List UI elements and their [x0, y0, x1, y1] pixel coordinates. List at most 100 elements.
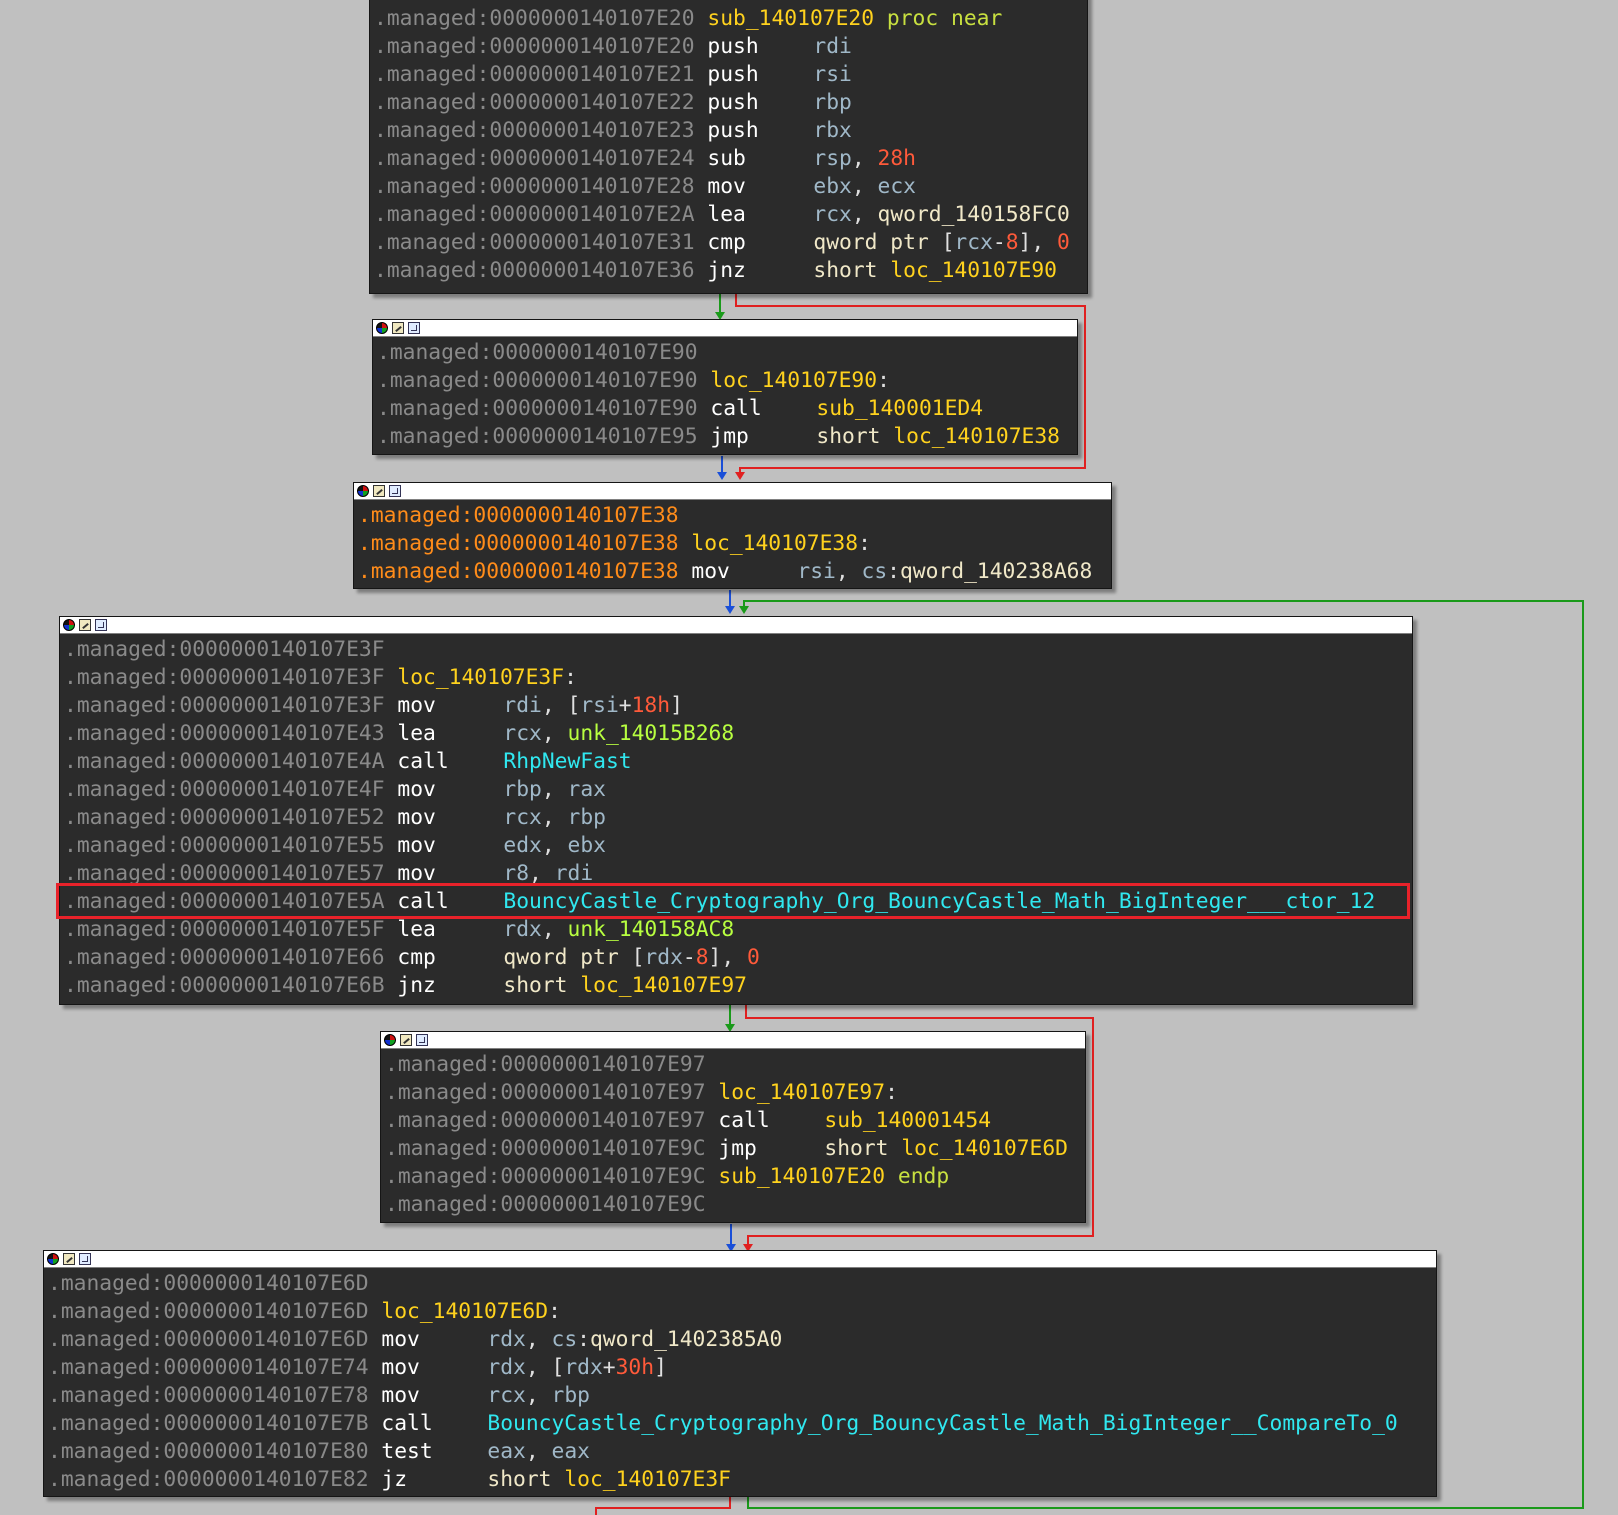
operand-symbol[interactable]: loc_140107E90: [710, 368, 877, 393]
operand: [: [631, 945, 645, 970]
code-line[interactable]: .managed:0000000140107E97: [385, 1051, 1081, 1079]
operand-symbol[interactable]: loc_140107E6D: [381, 1299, 548, 1324]
operand-symbol[interactable]: qword_140158FC0: [878, 202, 1070, 227]
code-line[interactable]: .managed:0000000140107E57 mov r8, rdi: [64, 860, 1408, 888]
code-block-sub-140107E20[interactable]: .managed:0000000140107E20 sub_140107E20 …: [369, 0, 1088, 294]
code-line[interactable]: .managed:0000000140107E28 mov ebx, ecx: [374, 173, 1083, 201]
code-line[interactable]: .managed:0000000140107E97 loc_140107E97:: [385, 1079, 1081, 1107]
code-block-loc-140107E3F[interactable]: .managed:0000000140107E3F .managed:00000…: [59, 616, 1413, 1005]
graph-icon[interactable]: [79, 1253, 91, 1265]
code-line[interactable]: .managed:0000000140107E38 mov rsi, cs:qwo…: [358, 558, 1107, 586]
operand-symbol[interactable]: unk_140158AC8: [568, 917, 735, 942]
code-line[interactable]: .managed:0000000140107E90: [377, 339, 1073, 367]
operand-symbol[interactable]: unk_14015B268: [568, 721, 735, 746]
code-line[interactable]: .managed:0000000140107E80 test eax, eax: [48, 1438, 1432, 1466]
color-icon[interactable]: [357, 485, 369, 497]
color-icon[interactable]: [376, 322, 388, 334]
edit-icon[interactable]: [392, 322, 404, 334]
code-line[interactable]: .managed:0000000140107E3F mov rdi, [rsi+1…: [64, 692, 1408, 720]
mnemonic: jnz: [397, 973, 436, 998]
code-line[interactable]: .managed:0000000140107E22 push rbp: [374, 89, 1083, 117]
operand-symbol[interactable]: RhpNewFast: [503, 749, 631, 774]
color-icon[interactable]: [47, 1253, 59, 1265]
code-line[interactable]: .managed:0000000140107E9C sub_140107E20 …: [385, 1163, 1081, 1191]
operand-symbol[interactable]: loc_140107E3F: [397, 665, 564, 690]
code-line[interactable]: .managed:0000000140107E4A call RhpNewFast: [64, 748, 1408, 776]
code-line[interactable]: .managed:0000000140107E90 call sub_140001…: [377, 395, 1073, 423]
code-line[interactable]: .managed:0000000140107E7B call BouncyCast…: [48, 1410, 1432, 1438]
code-line[interactable]: .managed:0000000140107E55 mov edx, ebx: [64, 832, 1408, 860]
operand-symbol[interactable]: short: [487, 1467, 564, 1492]
code-block-loc-140107E90[interactable]: .managed:0000000140107E90 .managed:00000…: [372, 319, 1078, 455]
code-line[interactable]: .managed:0000000140107E6D: [48, 1270, 1432, 1298]
operand-symbol[interactable]: loc_140107E90: [890, 258, 1057, 283]
code-line[interactable]: .managed:0000000140107E20 sub_140107E20 …: [374, 5, 1083, 33]
code-line[interactable]: .managed:0000000140107E6B jnz short loc_1…: [64, 972, 1408, 1000]
operand-symbol[interactable]: short: [503, 973, 580, 998]
code-line[interactable]: .managed:0000000140107E3F loc_140107E3F:: [64, 664, 1408, 692]
color-icon[interactable]: [63, 619, 75, 631]
code-line[interactable]: .managed:0000000140107E90 loc_140107E90:: [377, 367, 1073, 395]
color-icon[interactable]: [384, 1034, 396, 1046]
code-line[interactable]: .managed:0000000140107E36 jnz short loc_1…: [374, 257, 1083, 285]
graph-icon[interactable]: [416, 1034, 428, 1046]
operand-symbol[interactable]: short: [813, 258, 890, 283]
code-line[interactable]: .managed:0000000140107E21 push rsi: [374, 61, 1083, 89]
code-line[interactable]: .managed:0000000140107E31 cmp qword ptr […: [374, 229, 1083, 257]
code-line[interactable]: .managed:0000000140107E9C: [385, 1191, 1081, 1219]
code-line[interactable]: .managed:0000000140107E43 lea rcx, unk_14…: [64, 720, 1408, 748]
code-line[interactable]: .managed:0000000140107E38: [358, 502, 1107, 530]
operand-symbol[interactable]: sub_140107E20: [707, 6, 874, 31]
code-line[interactable]: .managed:0000000140107E5F lea rdx, unk_14…: [64, 916, 1408, 944]
code-line[interactable]: .managed:0000000140107E20 push rdi: [374, 33, 1083, 61]
code-block-loc-140107E6D[interactable]: .managed:0000000140107E6D .managed:00000…: [43, 1250, 1437, 1497]
operand-symbol[interactable]: loc_140107E38: [691, 531, 858, 556]
code-line[interactable]: .managed:0000000140107E4F mov rbp, rax: [64, 776, 1408, 804]
code-line[interactable]: .managed:0000000140107E38 loc_140107E38:: [358, 530, 1107, 558]
operand-symbol[interactable]: qword_140238A68: [900, 559, 1092, 584]
operand-symbol[interactable]: short: [824, 1136, 901, 1161]
code-line[interactable]: .managed:0000000140107E97 call sub_140001…: [385, 1107, 1081, 1135]
operand-symbol[interactable]: BouncyCastle_Cryptography_Org_BouncyCast…: [503, 889, 1375, 914]
mnemonic: call: [381, 1411, 433, 1436]
graph-icon[interactable]: [389, 485, 401, 497]
operand-symbol[interactable]: loc_140107E3F: [564, 1467, 731, 1492]
operand-symbol[interactable]: loc_140107E97: [718, 1080, 885, 1105]
graph-icon[interactable]: [408, 322, 420, 334]
code-line[interactable]: .managed:0000000140107E6D mov rdx, cs:qwo…: [48, 1326, 1432, 1354]
code-line[interactable]: .managed:0000000140107E66 cmp qword ptr […: [64, 944, 1408, 972]
code-line[interactable]: .managed:0000000140107E82 jz short loc_14…: [48, 1466, 1432, 1494]
operand: ,: [541, 917, 568, 942]
graph-icon[interactable]: [95, 619, 107, 631]
operand-symbol[interactable]: BouncyCastle_Cryptography_Org_BouncyCast…: [487, 1411, 1397, 1436]
operand-symbol[interactable]: short: [816, 424, 893, 449]
operand: eax: [551, 1439, 590, 1464]
code-line[interactable]: .managed:0000000140107E3F: [64, 636, 1408, 664]
code-line[interactable]: .managed:0000000140107E9C jmp short loc_1…: [385, 1135, 1081, 1163]
operand-symbol[interactable]: loc_140107E6D: [901, 1136, 1068, 1161]
edit-icon[interactable]: [63, 1253, 75, 1265]
operand-symbol[interactable]: sub_140107E20: [718, 1164, 885, 1189]
operand-symbol[interactable]: sub_140001454: [824, 1108, 991, 1133]
operand-symbol[interactable]: sub_140001ED4: [816, 396, 983, 421]
edit-icon[interactable]: [373, 485, 385, 497]
code-line[interactable]: .managed:0000000140107E74 mov rdx, [rdx+3…: [48, 1354, 1432, 1382]
code-block-loc-140107E97[interactable]: .managed:0000000140107E97 .managed:00000…: [380, 1031, 1086, 1223]
code-line[interactable]: .managed:0000000140107E78 mov rcx, rbp: [48, 1382, 1432, 1410]
operand-symbol[interactable]: loc_140107E97: [580, 973, 747, 998]
operand-symbol[interactable]: qword ptr: [813, 230, 941, 255]
code-block-loc-140107E38[interactable]: .managed:0000000140107E38 .managed:00000…: [353, 482, 1112, 589]
code-line[interactable]: .managed:0000000140107E2A lea rcx, qword_…: [374, 201, 1083, 229]
code-line[interactable]: .managed:0000000140107E23 push rbx: [374, 117, 1083, 145]
operand-symbol[interactable]: qword ptr: [503, 945, 631, 970]
code-line[interactable]: .managed:0000000140107E52 mov rcx, rbp: [64, 804, 1408, 832]
code-line[interactable]: .managed:0000000140107E24 sub rsp, 28h: [374, 145, 1083, 173]
operand-symbol[interactable]: qword_1402385A0: [590, 1327, 782, 1352]
selected-code-line[interactable]: .managed:0000000140107E5A call BouncyCast…: [64, 888, 1408, 916]
edit-icon[interactable]: [400, 1034, 412, 1046]
operand: rcx: [954, 230, 993, 255]
operand-symbol[interactable]: loc_140107E38: [893, 424, 1060, 449]
code-line[interactable]: .managed:0000000140107E95 jmp short loc_1…: [377, 423, 1073, 451]
code-line[interactable]: .managed:0000000140107E6D loc_140107E6D:: [48, 1298, 1432, 1326]
edit-icon[interactable]: [79, 619, 91, 631]
